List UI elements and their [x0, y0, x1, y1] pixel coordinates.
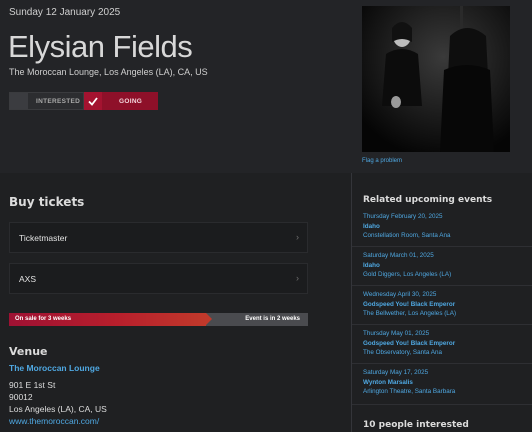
- related-event-artist[interactable]: Godspeed You! Black Emperor: [363, 300, 532, 310]
- attendance-toggle: INTERESTED GOING: [9, 92, 158, 110]
- going-label: GOING: [119, 97, 143, 105]
- event-venue-line: The Moroccan Lounge, Los Angeles (LA), C…: [9, 67, 208, 77]
- related-event-place[interactable]: The Observatory, Santa Ana: [363, 348, 532, 358]
- related-event-artist[interactable]: Godspeed You! Black Emperor: [363, 339, 532, 349]
- chevron-right-icon: ›: [296, 232, 299, 242]
- event-title: Elysian Fields: [8, 29, 193, 64]
- related-event-artist[interactable]: Idaho: [363, 261, 532, 271]
- related-event-place[interactable]: The Bellwether, Los Angeles (LA): [363, 309, 532, 319]
- chevron-right-icon: ›: [296, 273, 299, 283]
- related-event-item[interactable]: Wednesday April 30, 2025 Godspeed You! B…: [352, 290, 532, 328]
- related-event-date: Thursday February 20, 2025: [363, 213, 443, 220]
- related-event-item[interactable]: Saturday May 17, 2025 Wynton Marsalis Ar…: [352, 368, 532, 406]
- ticket-provider-label: Ticketmaster: [19, 232, 68, 243]
- going-button[interactable]: GOING: [84, 92, 158, 110]
- related-event-date: Wednesday April 30, 2025: [363, 291, 437, 298]
- event-date: Sunday 12 January 2025: [9, 7, 121, 18]
- related-event-divider: [352, 363, 532, 364]
- related-event-place[interactable]: Constellation Room, Santa Ana: [363, 231, 532, 241]
- interested-label: INTERESTED: [36, 97, 81, 105]
- related-event-place[interactable]: Arlington Theatre, Santa Barbara: [363, 387, 532, 397]
- ticket-provider-axs[interactable]: AXS ›: [9, 263, 308, 294]
- venue-website-link[interactable]: www.themoroccan.com/: [9, 416, 99, 426]
- related-event-date: Saturday March 01, 2025: [363, 252, 434, 259]
- related-events-heading: Related upcoming events: [363, 195, 493, 205]
- interested-count-heading: 10 people interested: [363, 420, 469, 430]
- related-event-date: Saturday May 17, 2025: [363, 369, 429, 376]
- venue-address-postcode: 90012: [9, 392, 33, 402]
- artist-photo[interactable]: [362, 6, 510, 152]
- related-event-divider: [352, 324, 532, 325]
- related-event-artist[interactable]: Wynton Marsalis: [363, 378, 532, 388]
- checkmark-icon: [84, 92, 102, 110]
- related-event-divider: [352, 285, 532, 286]
- related-event-item[interactable]: Thursday May 01, 2025 Godspeed You! Blac…: [352, 329, 532, 367]
- venue-name-link[interactable]: The Moroccan Lounge: [9, 363, 100, 373]
- related-event-place[interactable]: Gold Diggers, Los Angeles (LA): [363, 270, 532, 280]
- interested-button[interactable]: INTERESTED: [9, 92, 84, 110]
- related-event-divider: [352, 246, 532, 247]
- on-sale-label: On sale for 3 weeks: [15, 316, 72, 322]
- sale-progress-tip: [206, 313, 213, 325]
- ticket-provider-ticketmaster[interactable]: Ticketmaster ›: [9, 222, 308, 253]
- venue-address-city: Los Angeles (LA), CA, US: [9, 404, 107, 414]
- sale-progress-bar: On sale for 3 weeks Event is in 2 weeks: [9, 313, 308, 326]
- related-event-date: Thursday May 01, 2025: [363, 330, 430, 337]
- ticket-provider-label: AXS: [19, 273, 37, 284]
- venue-address-street: 901 E 1st St: [9, 380, 56, 390]
- related-event-artist[interactable]: Idaho: [363, 222, 532, 232]
- interested-checkbox: [10, 93, 28, 109]
- event-countdown-label: Event is in 2 weeks: [245, 316, 300, 322]
- related-event-item[interactable]: Thursday February 20, 2025 Idaho Constel…: [352, 212, 532, 250]
- venue-heading: Venue: [9, 345, 48, 358]
- related-event-item[interactable]: Saturday March 01, 2025 Idaho Gold Digge…: [352, 251, 532, 289]
- buy-tickets-heading: Buy tickets: [9, 195, 85, 209]
- related-event-divider: [352, 404, 532, 405]
- flag-problem-link[interactable]: Flag a problem: [362, 158, 402, 164]
